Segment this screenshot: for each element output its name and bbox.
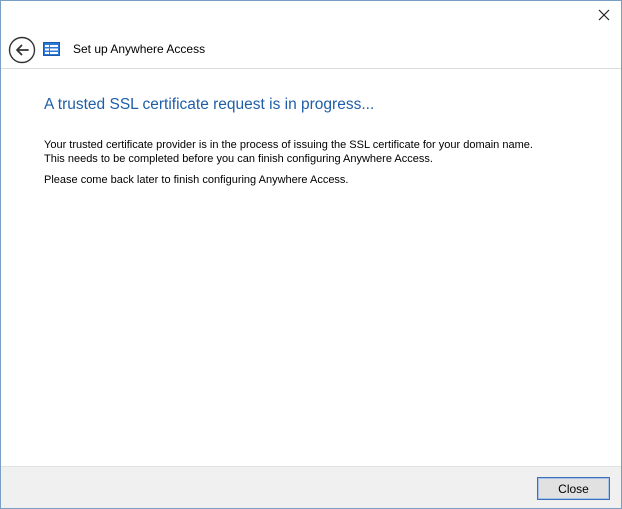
status-line-2: This needs to be completed before you ca… xyxy=(44,153,433,165)
instruction-paragraph: Please come back later to finish configu… xyxy=(44,174,349,186)
dialog-footer: Close xyxy=(1,466,621,508)
remote-access-icon xyxy=(43,42,60,56)
dialog-window: Set up Anywhere Access A trusted SSL cer… xyxy=(0,0,622,509)
status-paragraph: Your trusted certificate provider is in … xyxy=(44,138,604,166)
close-button[interactable]: Close xyxy=(537,477,610,500)
status-line-1: Your trusted certificate provider is in … xyxy=(44,139,533,151)
back-button[interactable] xyxy=(8,36,36,64)
wizard-header: Set up Anywhere Access xyxy=(1,31,621,69)
close-icon xyxy=(598,9,610,21)
wizard-title: Set up Anywhere Access xyxy=(73,42,206,56)
title-bar xyxy=(1,1,621,31)
window-close-button[interactable] xyxy=(589,1,619,29)
page-heading: A trusted SSL certificate request is in … xyxy=(44,96,375,113)
back-arrow-icon xyxy=(8,36,36,64)
content-area: A trusted SSL certificate request is in … xyxy=(44,96,604,114)
